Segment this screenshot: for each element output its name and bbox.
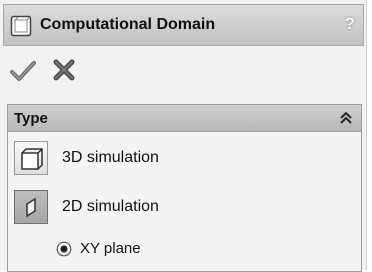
checkmark-icon[interactable] [10, 60, 36, 82]
x-icon[interactable] [52, 58, 76, 82]
plane-icon [26, 197, 36, 218]
type-group-header[interactable]: Type [8, 105, 361, 132]
title-bar: Computational Domain ? [3, 4, 364, 46]
computational-domain-panel: Computational Domain ? Type 3D simulatio… [0, 0, 367, 272]
radio-button-selected-icon[interactable] [56, 241, 72, 257]
3d-simulation-label: 3D simulation [62, 149, 159, 166]
3d-simulation-button[interactable] [14, 141, 48, 175]
xy-plane-label: XY plane [80, 240, 141, 257]
type-group-title: Type [14, 110, 48, 127]
cube-icon [21, 148, 43, 170]
2d-simulation-label: 2D simulation [62, 198, 159, 215]
option-3d-simulation[interactable]: 3D simulation [14, 141, 334, 177]
option-2d-simulation[interactable]: 2D simulation [14, 190, 334, 226]
dialog-title: Computational Domain [40, 16, 216, 33]
2d-simulation-button[interactable] [14, 190, 48, 224]
help-icon[interactable]: ? [345, 14, 355, 34]
double-chevron-up-icon[interactable] [339, 110, 353, 126]
domain-box-icon [10, 15, 32, 37]
